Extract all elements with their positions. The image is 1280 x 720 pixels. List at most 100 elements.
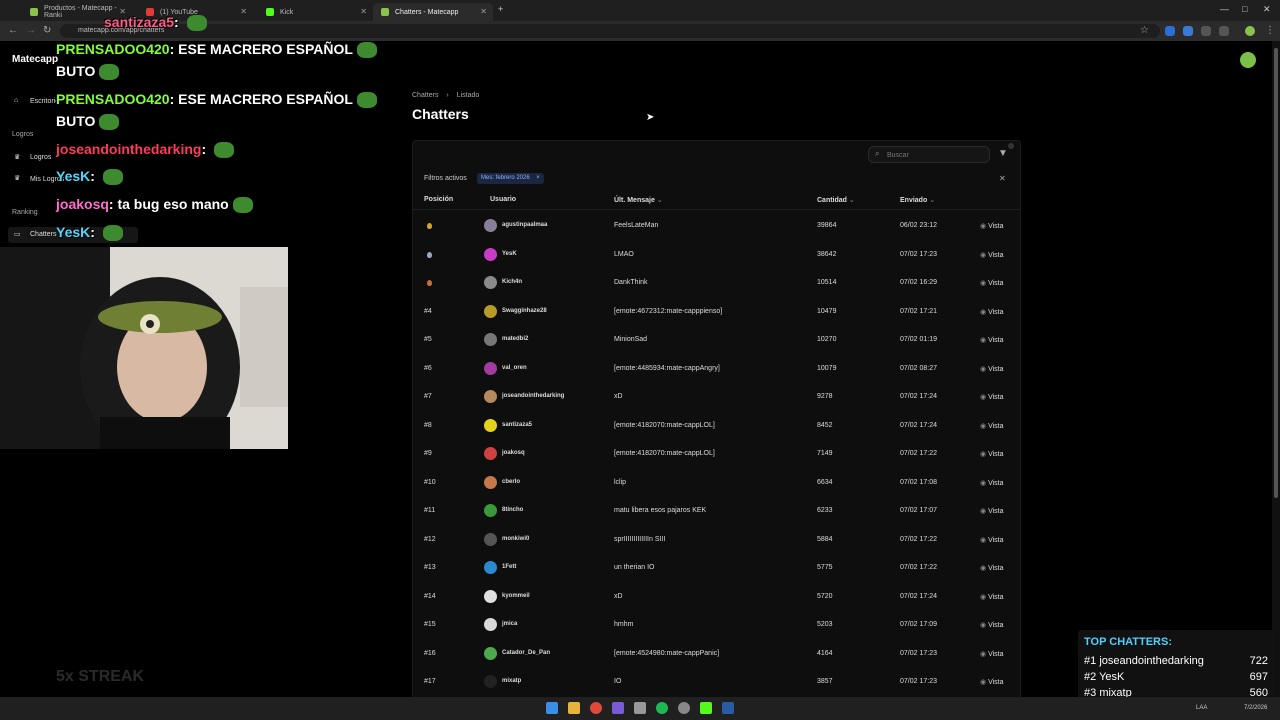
app-icon[interactable] (678, 702, 690, 714)
user-cell[interactable]: joakosq (502, 450, 525, 456)
user-cell[interactable]: cberlo (502, 479, 520, 485)
user-cell[interactable]: Catador_De_Pan (502, 650, 550, 656)
user-cell[interactable]: val_oren (502, 365, 527, 371)
view-button[interactable]: ◉ Vista (980, 678, 1004, 686)
table-row[interactable]: #5 matedbi2 MinionSad 10270 07/02 01:19 ◉ Vis… (413, 326, 1020, 354)
table-row[interactable]: YesK LMAO 38642 07/02 17:23 ◉ Vista (413, 241, 1020, 269)
table-row[interactable]: #12 monkiwi0 sprIIIIIIIIIIIIIn SIII 5884 07/… (413, 526, 1020, 554)
table-row[interactable]: #14 kyommeil xD 5720 07/02 17:24 ◉ Vista (413, 583, 1020, 611)
table-row[interactable]: #4 Swagginhaze28 [emote:4672312:mate-cappp… (413, 298, 1020, 326)
menu-kebab-icon[interactable]: ⋮ (1265, 25, 1275, 36)
url-field[interactable]: matecapp.com/app/chatters (60, 24, 1160, 38)
close-window-button[interactable]: ✕ (1263, 4, 1271, 15)
close-icon[interactable]: ✕ (240, 7, 247, 16)
kick-icon[interactable] (700, 702, 712, 714)
reload-icon[interactable]: ↻ (43, 25, 51, 36)
table-row[interactable]: #16 Catador_De_Pan [emote:4524980:mate-cap… (413, 640, 1020, 668)
user-cell[interactable]: matedbi2 (502, 336, 528, 342)
view-button[interactable]: ◉ Vista (980, 251, 1004, 259)
user-cell[interactable]: joseandointhedarking (502, 393, 564, 399)
user-cell[interactable]: YesK (502, 251, 517, 257)
user-cell[interactable]: agustinpaalmaa (502, 222, 547, 228)
view-button[interactable]: ◉ Vista (980, 621, 1004, 629)
table-row[interactable]: #15 jmica hmhm 5203 07/02 17:09 ◉ Vista (413, 611, 1020, 639)
user-avatar[interactable] (1240, 52, 1256, 68)
steam-icon[interactable] (722, 702, 734, 714)
view-button[interactable]: ◉ Vista (980, 393, 1004, 401)
table-row[interactable]: Kich4n DankThink 10514 07/02 16:29 ◉ Vista (413, 269, 1020, 297)
windows-start-icon[interactable] (546, 702, 558, 714)
view-button[interactable]: ◉ Vista (980, 450, 1004, 458)
view-button[interactable]: ◉ Vista (980, 593, 1004, 601)
extension-icon[interactable] (1201, 26, 1211, 36)
view-button[interactable]: ◉ Vista (980, 336, 1004, 344)
tab-chatters[interactable]: Chatters - Matecapp ✕ (373, 3, 493, 21)
remove-filter-icon[interactable]: × (536, 173, 540, 184)
table-row[interactable]: #17 mixatp IO 3857 07/02 17:23 ◉ Vista (413, 668, 1020, 696)
file-explorer-icon[interactable] (568, 702, 580, 714)
filter-chip-month[interactable]: Mes: febrero 2026 × (477, 173, 544, 184)
extensions-puzzle-icon[interactable] (1219, 26, 1229, 36)
sidebar-item-escritorio[interactable]: Escritorio (30, 98, 59, 105)
close-icon[interactable]: ✕ (360, 7, 367, 16)
view-button[interactable]: ◉ Vista (980, 650, 1004, 658)
view-button[interactable]: ◉ Vista (980, 564, 1004, 572)
table-row[interactable]: #10 cberlo lclip 6634 07/02 17:08 ◉ Vista (413, 469, 1020, 497)
user-cell[interactable]: mixatp (502, 678, 521, 684)
new-tab-button[interactable]: + (498, 4, 503, 14)
sidebar-item-logros[interactable]: Logros (30, 154, 51, 161)
table-row[interactable]: #11 8tincho matu libera esos pajaros KEK 62… (413, 497, 1020, 525)
back-icon[interactable]: ← (8, 25, 18, 36)
clear-filters-icon[interactable]: ✕ (999, 174, 1006, 183)
view-button[interactable]: ◉ Vista (980, 279, 1004, 287)
language-indicator[interactable]: LAA (1196, 705, 1207, 711)
column-header-user[interactable]: Usuario (490, 196, 516, 203)
spotify-icon[interactable] (656, 702, 668, 714)
column-header-position[interactable]: Posición (424, 196, 453, 203)
app-brand[interactable]: Matecapp (12, 54, 58, 65)
maximize-button[interactable]: □ (1242, 4, 1247, 14)
filter-icon[interactable]: ▼ (998, 148, 1008, 159)
user-cell[interactable]: kyommeil (502, 593, 530, 599)
user-cell[interactable]: 8tincho (502, 507, 523, 513)
user-cell[interactable]: monkiwi0 (502, 536, 529, 542)
sidebar-item-chatters[interactable]: Chatters (30, 231, 56, 238)
table-row[interactable]: #6 val_oren [emote:4485934:mate-cappAngry]… (413, 355, 1020, 383)
scrollbar-thumb[interactable] (1274, 48, 1278, 498)
view-button[interactable]: ◉ Vista (980, 365, 1004, 373)
bookmark-star-icon[interactable]: ☆ (1140, 25, 1149, 36)
column-header-count[interactable]: Cantidad ⌄ (817, 196, 855, 204)
tab-kick[interactable]: Kick ✕ (258, 3, 373, 21)
extension-icon[interactable] (1165, 26, 1175, 36)
view-button[interactable]: ◉ Vista (980, 536, 1004, 544)
view-button[interactable]: ◉ Vista (980, 422, 1004, 430)
user-cell[interactable]: santizaza5 (502, 422, 532, 428)
close-icon[interactable]: ✕ (480, 7, 487, 16)
view-button[interactable]: ◉ Vista (980, 479, 1004, 487)
forward-icon[interactable]: → (26, 25, 36, 36)
table-row[interactable]: #9 joakosq [emote:4182070:mate-cappLOL] 714… (413, 440, 1020, 468)
app-icon[interactable] (634, 702, 646, 714)
clock-date[interactable]: 7/2/2026 (1244, 705, 1267, 711)
minimize-button[interactable]: — (1220, 4, 1229, 14)
search-input[interactable] (887, 149, 985, 161)
table-row[interactable]: #8 santizaza5 [emote:4182070:mate-cappLOL]… (413, 412, 1020, 440)
profile-avatar[interactable] (1245, 26, 1255, 36)
column-header-last-message[interactable]: Últ. Mensaje ⌄ (614, 196, 663, 204)
search-box[interactable]: ⌕ (868, 146, 990, 163)
column-header-sent[interactable]: Enviado ⌄ (900, 196, 935, 204)
table-row[interactable]: agustinpaalmaa FeelsLateMan 39864 06/02 23:… (413, 212, 1020, 240)
user-cell[interactable]: Swagginhaze28 (502, 308, 547, 314)
table-row[interactable]: #7 joseandointhedarking xD 9278 07/02 17:24 ◉… (413, 383, 1020, 411)
breadcrumb-chatters[interactable]: Chatters (412, 92, 438, 99)
user-cell[interactable]: jmica (502, 621, 517, 627)
discord-icon[interactable] (612, 702, 624, 714)
chrome-icon[interactable] (590, 702, 602, 714)
user-cell[interactable]: Kich4n (502, 279, 522, 285)
user-cell[interactable]: 1Fett (502, 564, 516, 570)
view-button[interactable]: ◉ Vista (980, 308, 1004, 316)
table-row[interactable]: #13 1Fett un therian IO 5775 07/02 17:22 ◉ Vi… (413, 554, 1020, 582)
extension-icon[interactable] (1183, 26, 1193, 36)
view-button[interactable]: ◉ Vista (980, 507, 1004, 515)
view-button[interactable]: ◉ Vista (980, 222, 1004, 230)
